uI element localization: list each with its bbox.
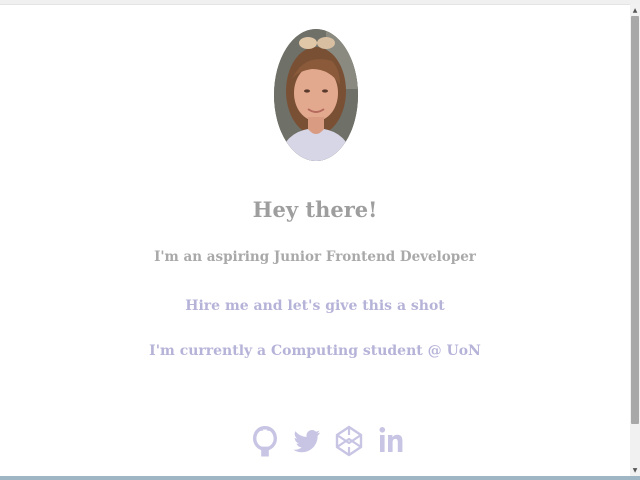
hire-me-link[interactable]: Hire me and let's give this a shot <box>0 298 630 314</box>
linkedin-link[interactable] <box>377 422 405 460</box>
scroll-down-arrow-icon[interactable]: ▼ <box>630 464 640 476</box>
page-title: Hey there! <box>252 197 378 222</box>
window-bottom-edge <box>0 476 640 480</box>
linkedin-icon <box>379 427 403 452</box>
codepen-link[interactable] <box>335 422 363 460</box>
avatar <box>274 29 358 161</box>
codepen-icon <box>335 425 363 457</box>
scrollbar-thumb[interactable] <box>631 16 639 424</box>
portfolio-page: Hey there! I'm an aspiring Junior Fronte… <box>0 4 630 476</box>
scroll-up-arrow-icon[interactable]: ▲ <box>630 4 640 16</box>
twitter-icon <box>293 430 320 453</box>
tagline: I'm an aspiring Junior Frontend Develope… <box>154 249 476 265</box>
twitter-link[interactable] <box>293 422 321 460</box>
github-link[interactable] <box>251 422 279 460</box>
social-links <box>251 422 405 462</box>
avatar-photo <box>274 29 358 161</box>
vertical-scrollbar[interactable]: ▲ ▼ <box>630 4 640 476</box>
browser-viewport: Hey there! I'm an aspiring Junior Fronte… <box>0 0 640 480</box>
student-info: I'm currently a Computing student @ UoN <box>149 343 481 359</box>
github-icon <box>253 426 277 457</box>
